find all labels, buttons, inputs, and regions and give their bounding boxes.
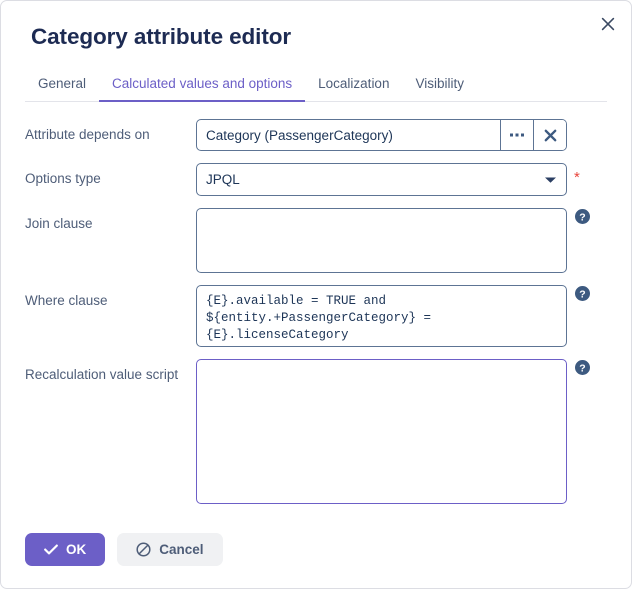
tab-bar: General Calculated values and options Lo… xyxy=(25,70,607,103)
form-body: Attribute depends on Category (Passenger… xyxy=(1,102,631,505)
join-clause-help-icon[interactable]: ? xyxy=(575,209,590,225)
attribute-depends-on-picker xyxy=(196,119,567,152)
form-row-join-clause: Join clause ? xyxy=(25,208,607,274)
check-icon xyxy=(44,544,58,555)
join-clause-textarea[interactable] xyxy=(196,208,567,274)
tab-calculated-values-and-options[interactable]: Calculated values and options xyxy=(99,70,306,103)
tab-visibility[interactable]: Visibility xyxy=(402,70,477,101)
attribute-depends-on-select-button[interactable] xyxy=(500,120,533,151)
close-icon xyxy=(601,17,615,31)
join-clause-field-area: ? xyxy=(196,208,607,274)
ellipsis-icon xyxy=(509,132,525,138)
join-clause-label: Join clause xyxy=(25,216,93,232)
ok-button-label: OK xyxy=(66,541,87,557)
where-clause-field-area: ? xyxy=(196,285,607,348)
cancel-button-label: Cancel xyxy=(159,541,204,557)
svg-text:?: ? xyxy=(579,211,585,223)
options-type-required-marker: * xyxy=(574,169,580,187)
tab-localization[interactable]: Localization xyxy=(305,70,402,101)
form-row-recalculation-value-script: Recalculation value script ? xyxy=(25,359,607,505)
dialog-footer: OK Cancel xyxy=(1,533,631,588)
form-row-attribute-depends-on: Attribute depends on xyxy=(25,119,607,152)
form-row-where-clause: Where clause ? xyxy=(25,285,607,348)
dialog-header: Category attribute editor xyxy=(1,1,631,50)
options-type-select-wrap: JPQL xyxy=(196,163,567,197)
page-title: Category attribute editor xyxy=(31,24,292,49)
recalculation-value-script-textarea[interactable] xyxy=(196,359,567,505)
where-clause-help-icon[interactable]: ? xyxy=(575,286,590,302)
attribute-depends-on-clear-button[interactable] xyxy=(533,120,566,151)
options-type-field-area: JPQL * xyxy=(196,163,607,197)
options-type-select[interactable]: JPQL xyxy=(196,163,567,197)
chevron-down-icon xyxy=(544,171,557,189)
options-type-label: Options type xyxy=(25,171,101,187)
form-row-options-type: Options type JPQL * xyxy=(25,163,607,197)
category-attribute-editor-dialog: Category attribute editor General Calcul… xyxy=(0,0,632,589)
prohibited-icon xyxy=(136,542,151,557)
cancel-button[interactable]: Cancel xyxy=(117,533,223,566)
close-button[interactable] xyxy=(595,11,621,37)
recalculation-value-script-help-icon[interactable]: ? xyxy=(575,360,590,376)
attribute-depends-on-input[interactable] xyxy=(197,120,500,151)
svg-text:?: ? xyxy=(579,288,585,300)
svg-text:?: ? xyxy=(579,362,585,374)
recalculation-value-script-label: Recalculation value script xyxy=(25,367,179,383)
clear-icon xyxy=(544,129,557,142)
where-clause-label: Where clause xyxy=(25,293,108,309)
ok-button[interactable]: OK xyxy=(25,533,106,566)
options-type-value: JPQL xyxy=(206,171,240,187)
attribute-depends-on-label: Attribute depends on xyxy=(25,127,150,143)
attribute-depends-on-field-area xyxy=(196,119,607,152)
tab-general[interactable]: General xyxy=(25,70,99,101)
recalculation-value-script-field-area: ? xyxy=(196,359,607,505)
where-clause-textarea[interactable] xyxy=(196,285,567,348)
